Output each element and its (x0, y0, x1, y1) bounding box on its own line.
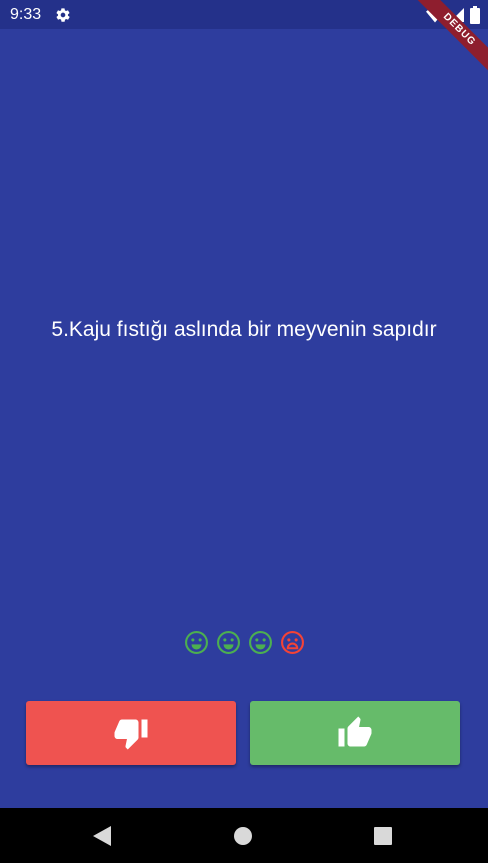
back-button[interactable] (91, 825, 113, 847)
recents-button[interactable] (372, 825, 394, 847)
happy-face-icon (248, 631, 272, 654)
wifi-icon (426, 8, 444, 23)
recents-icon (374, 827, 392, 845)
status-bar: 9:33 (0, 0, 488, 29)
home-button[interactable] (232, 825, 254, 847)
false-button[interactable] (26, 701, 236, 765)
status-icons (426, 6, 480, 24)
true-button[interactable] (250, 701, 460, 765)
back-icon (93, 826, 111, 846)
sad-face-icon (280, 631, 304, 654)
thumb-down-icon (114, 719, 148, 750)
status-time: 9:33 (10, 6, 42, 23)
signal-icon (450, 8, 464, 22)
navigation-bar (0, 808, 488, 863)
score-keeper (0, 630, 488, 655)
settings-gear-icon (56, 8, 70, 22)
battery-icon (470, 6, 480, 24)
home-icon (234, 827, 252, 845)
happy-face-icon (184, 631, 208, 654)
question-text: 5.Kaju fıstığı aslında bir meyvenin sapı… (51, 318, 437, 341)
happy-face-icon (216, 631, 240, 654)
thumb-up-icon (338, 716, 372, 747)
